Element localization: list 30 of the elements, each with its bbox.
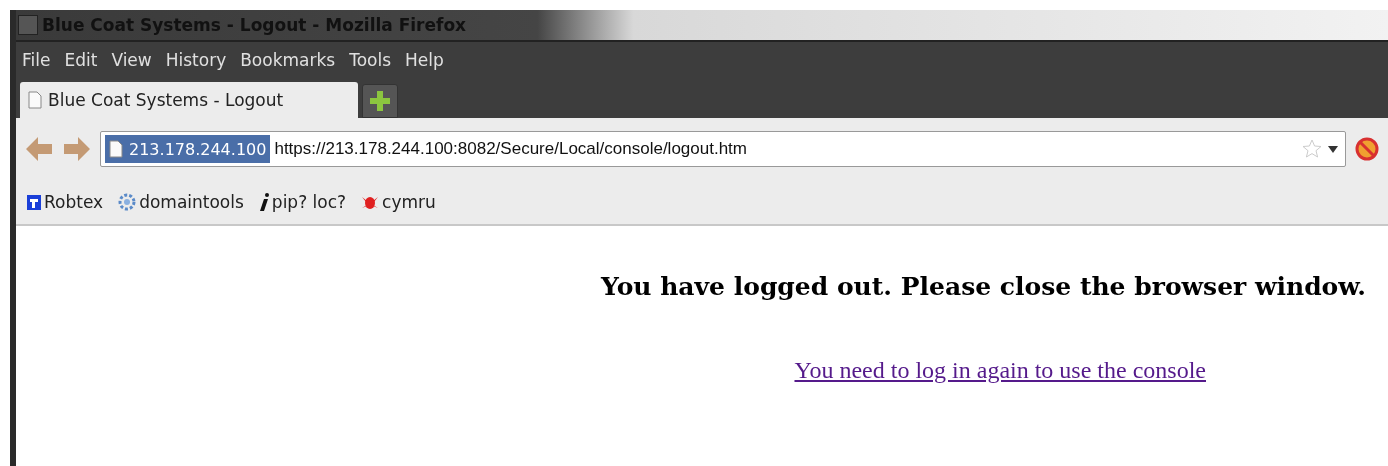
bookmark-link[interactable]: cymru — [360, 192, 436, 212]
info-icon — [257, 192, 270, 212]
forward-arrow-icon — [62, 134, 92, 164]
plus-icon — [369, 90, 391, 112]
window-menu-button[interactable] — [18, 15, 38, 35]
menu-item[interactable]: Help — [405, 50, 444, 70]
login-link[interactable]: You need to log in again to use the console — [794, 357, 1206, 384]
logout-message: You have logged out. Please close the browser window. — [600, 272, 1366, 301]
bookmark-link[interactable]: domaintools — [117, 192, 244, 212]
dropdown-caret-icon[interactable] — [1327, 144, 1339, 154]
bookmark-link[interactable]: pip? loc? — [257, 192, 347, 212]
site-identity-button[interactable]: 213.178.244.100 — [105, 135, 271, 163]
page-icon — [28, 91, 42, 109]
menu-item[interactable]: Edit — [64, 50, 98, 70]
menu-item[interactable]: History — [165, 50, 227, 70]
browser-tab[interactable]: Blue Coat Systems - Logout — [20, 82, 358, 118]
menu-item[interactable]: File — [22, 50, 51, 70]
gear-icon — [117, 192, 138, 212]
url-text: https://213.178.244.100:8082/Secure/Local/console/logout.htm — [274, 139, 748, 159]
new-tab-button[interactable] — [362, 84, 398, 118]
menu-item[interactable]: Bookmarks — [240, 50, 336, 70]
menu-item[interactable]: Tools — [349, 50, 392, 70]
menu-item[interactable]: View — [111, 50, 152, 70]
blocked-icon[interactable] — [1354, 136, 1380, 162]
address-field[interactable]: 213.178.244.100 https://213.178.244.100:8082/Secure/Local/console/logout.htm — [100, 131, 1346, 167]
robtex-icon — [26, 193, 42, 211]
star-icon[interactable] — [1301, 138, 1323, 160]
page-icon — [109, 140, 123, 158]
forward-button[interactable] — [62, 134, 92, 164]
bookmark-link[interactable]: Robtex — [26, 192, 104, 212]
